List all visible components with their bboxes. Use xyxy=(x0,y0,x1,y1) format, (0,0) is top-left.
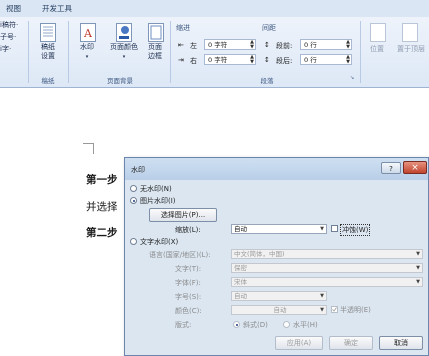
layout-label: 版式: xyxy=(175,321,192,329)
indent-right-label: 右 xyxy=(190,57,197,65)
spacing-after-label: 段后: xyxy=(276,57,293,65)
indent-left-field[interactable]: 0 字符 ▲ ▼ xyxy=(204,39,256,50)
chevron-down-icon[interactable]: ▼ xyxy=(414,264,422,272)
washout-label[interactable]: 冲蚀(W) xyxy=(340,224,371,236)
manuscript-settings-label: 稿纸 设置 xyxy=(41,43,55,60)
document-line-3: 第二步 xyxy=(86,227,118,239)
font-label: 字体(F): xyxy=(175,279,201,287)
spacing-title: 间距 xyxy=(262,24,276,32)
chevron-down-icon[interactable]: ▼ xyxy=(414,278,422,286)
chevron-down-icon[interactable]: ▼ xyxy=(318,292,326,300)
apply-button[interactable]: 应用(A) xyxy=(275,336,323,350)
horizontal-label[interactable]: 水平(H) xyxy=(293,320,318,330)
svg-text:A: A xyxy=(83,27,93,40)
group-divider xyxy=(28,21,29,83)
spin-arrows-icon[interactable]: ▲ ▼ xyxy=(250,55,254,65)
document-line-1: 第一步 xyxy=(86,174,118,186)
dialog-launcher-icon[interactable]: ↘ xyxy=(350,75,354,81)
language-combo[interactable]: 中文(简体，中国) ▼ xyxy=(231,249,423,259)
color-label: 颜色(C): xyxy=(175,307,202,315)
spacing-before-icon: ↕ xyxy=(264,41,270,49)
language-label: 语言(国家/地区)(L): xyxy=(149,251,211,259)
indent-title: 缩进 xyxy=(176,24,190,32)
scale-combo[interactable]: 自动 ▼ xyxy=(231,224,327,234)
ribbon-tab-bar: 视图 开发工具 xyxy=(0,0,429,18)
no-watermark-radio[interactable] xyxy=(130,185,137,192)
indent-right-icon: ⇥ xyxy=(178,56,184,64)
spin-arrows-icon[interactable]: ▲ ▼ xyxy=(250,40,254,50)
bring-to-front-label: 置于顶层 xyxy=(397,45,425,53)
chevron-down-icon: ▾ xyxy=(85,54,89,60)
page-border-icon xyxy=(148,23,164,42)
no-watermark-label[interactable]: 无水印(N) xyxy=(140,184,172,194)
group-divider xyxy=(68,21,69,83)
diagonal-radio[interactable] xyxy=(233,321,240,328)
ok-button[interactable]: 确定 xyxy=(329,336,373,350)
ribbon-partial-item-3[interactable]: i字· xyxy=(0,45,11,54)
group-divider xyxy=(170,21,171,83)
close-button[interactable]: × xyxy=(403,161,427,174)
position-label: 位置 xyxy=(370,45,384,53)
text-combo[interactable]: 保密 ▼ xyxy=(231,263,423,273)
page-background-group-label: 页面背景 xyxy=(107,77,133,85)
bring-to-front-icon xyxy=(402,23,418,42)
manuscript-group-label: 稿纸 xyxy=(41,77,55,85)
spacing-after-field[interactable]: 0 行 ▲ ▼ xyxy=(300,54,352,65)
tab-developer[interactable]: 开发工具 xyxy=(42,3,72,14)
color-combo[interactable]: 自动 ▼ xyxy=(231,305,327,315)
tab-view[interactable]: 视图 xyxy=(6,3,21,14)
document-line-2: 并选择 xyxy=(86,201,118,213)
spin-arrows-icon[interactable]: ▲ ▼ xyxy=(346,40,350,50)
watermark-icon: A xyxy=(80,23,96,42)
position-icon xyxy=(370,23,386,42)
ribbon-partial-item-1[interactable]: i稿符· xyxy=(0,21,18,30)
horizontal-radio[interactable] xyxy=(283,321,290,328)
chevron-down-icon[interactable]: ▼ xyxy=(414,250,422,258)
ribbon-partial-item-2[interactable]: 子号· xyxy=(0,33,16,42)
page-border-label: 页面 边框 xyxy=(148,43,162,60)
font-combo[interactable]: 宋体 ▼ xyxy=(231,277,423,287)
text-watermark-label[interactable]: 文字水印(X) xyxy=(140,237,178,247)
picture-watermark-label[interactable]: 图片水印(I) xyxy=(140,196,176,206)
select-picture-button[interactable]: 选择图片(P)... xyxy=(149,208,217,222)
chevron-down-icon: ▾ xyxy=(122,54,126,60)
ribbon: i稿符· 子号· i字· 稿纸 设置 稿纸 A 水印 ▾ 页面颜色 ▾ 页面 边… xyxy=(0,17,429,88)
dialog-title-bar[interactable]: 水印 ? × xyxy=(125,158,428,180)
diagonal-label[interactable]: 斜式(D) xyxy=(243,320,268,330)
semitransparent-label[interactable]: 半透明(E) xyxy=(340,305,371,315)
size-label: 字号(S): xyxy=(175,293,202,301)
semitransparent-checkbox[interactable] xyxy=(331,306,338,313)
group-divider xyxy=(360,21,361,83)
watermark-label: 水印 xyxy=(80,43,94,51)
chevron-down-icon[interactable]: ▼ xyxy=(318,306,326,314)
spacing-before-field[interactable]: 0 行 ▲ ▼ xyxy=(300,39,352,50)
picture-watermark-radio[interactable] xyxy=(130,197,137,204)
page-color-label: 页面颜色 xyxy=(110,43,138,51)
washout-checkbox[interactable] xyxy=(331,225,338,232)
text-watermark-radio[interactable] xyxy=(130,238,137,245)
paragraph-group-label: 段落 xyxy=(260,77,274,85)
spacing-after-icon: ↕ xyxy=(264,56,270,64)
margin-corner-mark xyxy=(83,143,94,154)
help-button[interactable]: ? xyxy=(381,162,401,174)
spacing-before-label: 段前: xyxy=(276,42,293,50)
page-color-icon xyxy=(116,23,132,42)
indent-left-icon: ⇤ xyxy=(178,41,184,49)
text-label: 文字(T): xyxy=(175,265,202,273)
dialog-title: 水印 xyxy=(131,166,145,174)
size-combo[interactable]: 自动 ▼ xyxy=(231,291,327,301)
watermark-dialog: 水印 ? × 无水印(N) 图片水印(I) 选择图片(P)... 缩放(L): … xyxy=(124,157,429,356)
chevron-down-icon[interactable]: ▼ xyxy=(318,225,326,233)
manuscript-icon xyxy=(40,23,56,42)
indent-left-label: 左 xyxy=(190,42,197,50)
indent-right-field[interactable]: 0 字符 ▲ ▼ xyxy=(204,54,256,65)
cancel-button[interactable]: 取消 xyxy=(379,336,423,350)
scale-label: 缩放(L): xyxy=(175,226,201,234)
spin-arrows-icon[interactable]: ▲ ▼ xyxy=(346,55,350,65)
